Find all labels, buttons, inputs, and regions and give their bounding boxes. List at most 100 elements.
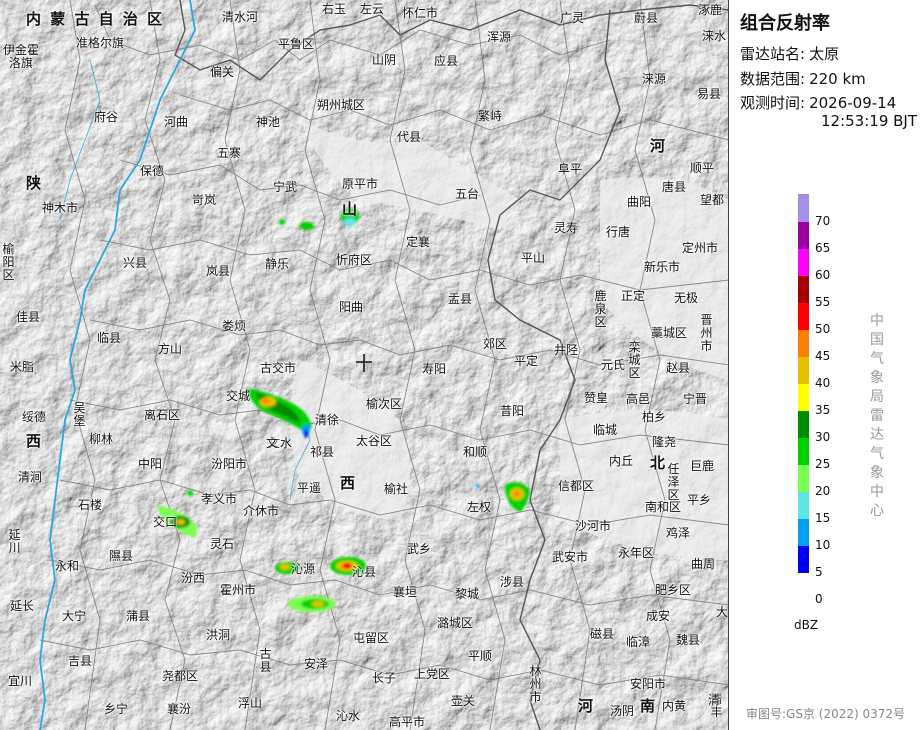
station-label: 雷达站名: (740, 45, 806, 63)
place-label: 孝义市 (201, 492, 238, 506)
place-label: 静乐 (265, 257, 290, 271)
place-label: 准格尔旗 (76, 36, 125, 50)
place-label: 古交市 (260, 361, 297, 375)
station-row: 雷达站名: 太原 (740, 43, 839, 64)
place-label: 霍州市 (220, 583, 257, 597)
place-label: 元氏 (601, 358, 626, 372)
place-label: 清 (708, 693, 721, 707)
place-label: 巨鹿 (690, 459, 715, 473)
legend-swatch (798, 465, 809, 492)
place-label: 黎城 (455, 587, 480, 601)
place-label: 浑源 (487, 30, 512, 44)
place-label: 望都 (700, 193, 725, 207)
legend-tick-label: 70 (815, 214, 831, 228)
place-label: 延长 (10, 599, 35, 613)
place-label: 寿阳 (422, 362, 447, 376)
place-label: 朔州城区 (317, 98, 366, 112)
place-label: 上党区 (414, 667, 451, 681)
place-label: 山阴 (372, 53, 397, 67)
place-label: 林州市 (529, 664, 542, 704)
place-label: 应县 (434, 54, 459, 68)
place-label: 赵县 (666, 361, 691, 375)
place-label: 沁县 (352, 565, 377, 579)
place-label: 离石区 (144, 408, 181, 422)
place-label: 正定 (621, 289, 646, 303)
place-label: 太谷区 (356, 434, 393, 448)
legend-swatch (798, 357, 809, 384)
legend-tick-label: 65 (815, 241, 831, 255)
place-label: 汤阴 (610, 704, 635, 718)
place-label: 无极 (674, 291, 699, 305)
place-label: 南和区 (645, 500, 682, 514)
radar-map[interactable]: 内 蒙 古 自 治 区 陕 西 山 西 河 北 河 南 清水河 右玉 左云 怀仁… (0, 0, 729, 730)
place-label: 襄汾 (167, 702, 192, 716)
place-label: 唐县 (662, 180, 687, 194)
legend-tick-label: 5 (815, 565, 823, 579)
place-label: 临漳 (626, 635, 651, 649)
place-label: 方山 (158, 342, 183, 356)
place-label: 忻府区 (336, 253, 373, 267)
place-label: 高平市 (389, 715, 426, 729)
place-label: 中阳 (138, 457, 163, 471)
place-label: 榆社 (384, 482, 409, 496)
place-label: 郊区 (482, 337, 507, 351)
legend-swatch (798, 411, 809, 438)
place-label: 交城 (226, 389, 251, 403)
place-label: 长子 (372, 671, 397, 685)
legend-swatch (798, 384, 809, 411)
place-label: 栾城区 (628, 340, 641, 380)
place-label: 娄烦 (222, 319, 247, 333)
place-label: 宁武 (273, 180, 298, 194)
legend-tick-label: 55 (815, 295, 831, 309)
legend-tick-label: 40 (815, 376, 831, 390)
legend-swatch (798, 249, 809, 276)
place-label: 尧都区 (162, 669, 199, 683)
place-label: 平乡 (687, 493, 712, 507)
place-label: 曲阳 (627, 195, 652, 209)
place-label: 屯留区 (353, 631, 390, 645)
place-label: 交口 (153, 515, 178, 529)
legend-tick-label: 15 (815, 511, 831, 525)
place-label: 成安 (646, 609, 671, 623)
place-label: 清水河 (222, 10, 259, 24)
place-label: 定州市 (682, 241, 719, 255)
province-label-hebei-2: 北 (650, 454, 668, 472)
place-label: 顺平 (690, 161, 715, 175)
place-label: 平顺 (468, 649, 493, 663)
place-label: 新乐市 (644, 260, 681, 274)
place-label: 井陉 (554, 343, 579, 357)
place-label: 偏关 (210, 65, 235, 79)
place-label: 清涧 (18, 470, 43, 484)
legend-tick-label: 60 (815, 268, 831, 282)
legend-swatch (798, 276, 809, 303)
place-label: 延川 (8, 528, 21, 555)
place-label: 内丘 (609, 454, 634, 468)
place-label: 榆阳区 (2, 242, 15, 282)
place-label: 平鲁区 (278, 37, 315, 51)
place-label: 乡宁 (104, 702, 129, 716)
range-label: 数据范围: (740, 70, 806, 88)
time-clock: 12:53:19 BJT (821, 112, 918, 130)
place-label: 岢岚 (192, 193, 217, 207)
province-label-shanxi: 山 (342, 200, 360, 218)
range-row: 数据范围: 220 km (740, 68, 866, 89)
place-label: 襄垣 (393, 585, 418, 599)
legend-tick-label: 0 (815, 592, 823, 606)
place-label: 昔阳 (500, 404, 525, 418)
province-label-shaanxi: 陕 (26, 174, 44, 192)
place-label: 蔚县 (634, 11, 659, 25)
province-label-henan: 河 (578, 697, 596, 715)
place-label: 浮山 (238, 696, 263, 710)
place-label: 阳曲 (339, 300, 364, 314)
legend-tick-label: 30 (815, 430, 831, 444)
place-label: 涉县 (500, 575, 525, 589)
place-label: 神木市 (42, 201, 79, 215)
place-label: 隆尧 (652, 435, 677, 449)
place-label: 晋州市 (700, 313, 713, 353)
legend-tick-label: 25 (815, 457, 831, 471)
legend-swatch (798, 438, 809, 465)
place-label: 代县 (397, 130, 422, 144)
place-label: 汾西 (181, 571, 206, 585)
place-label: 吉县 (68, 654, 93, 668)
place-label: 石楼 (78, 498, 103, 512)
